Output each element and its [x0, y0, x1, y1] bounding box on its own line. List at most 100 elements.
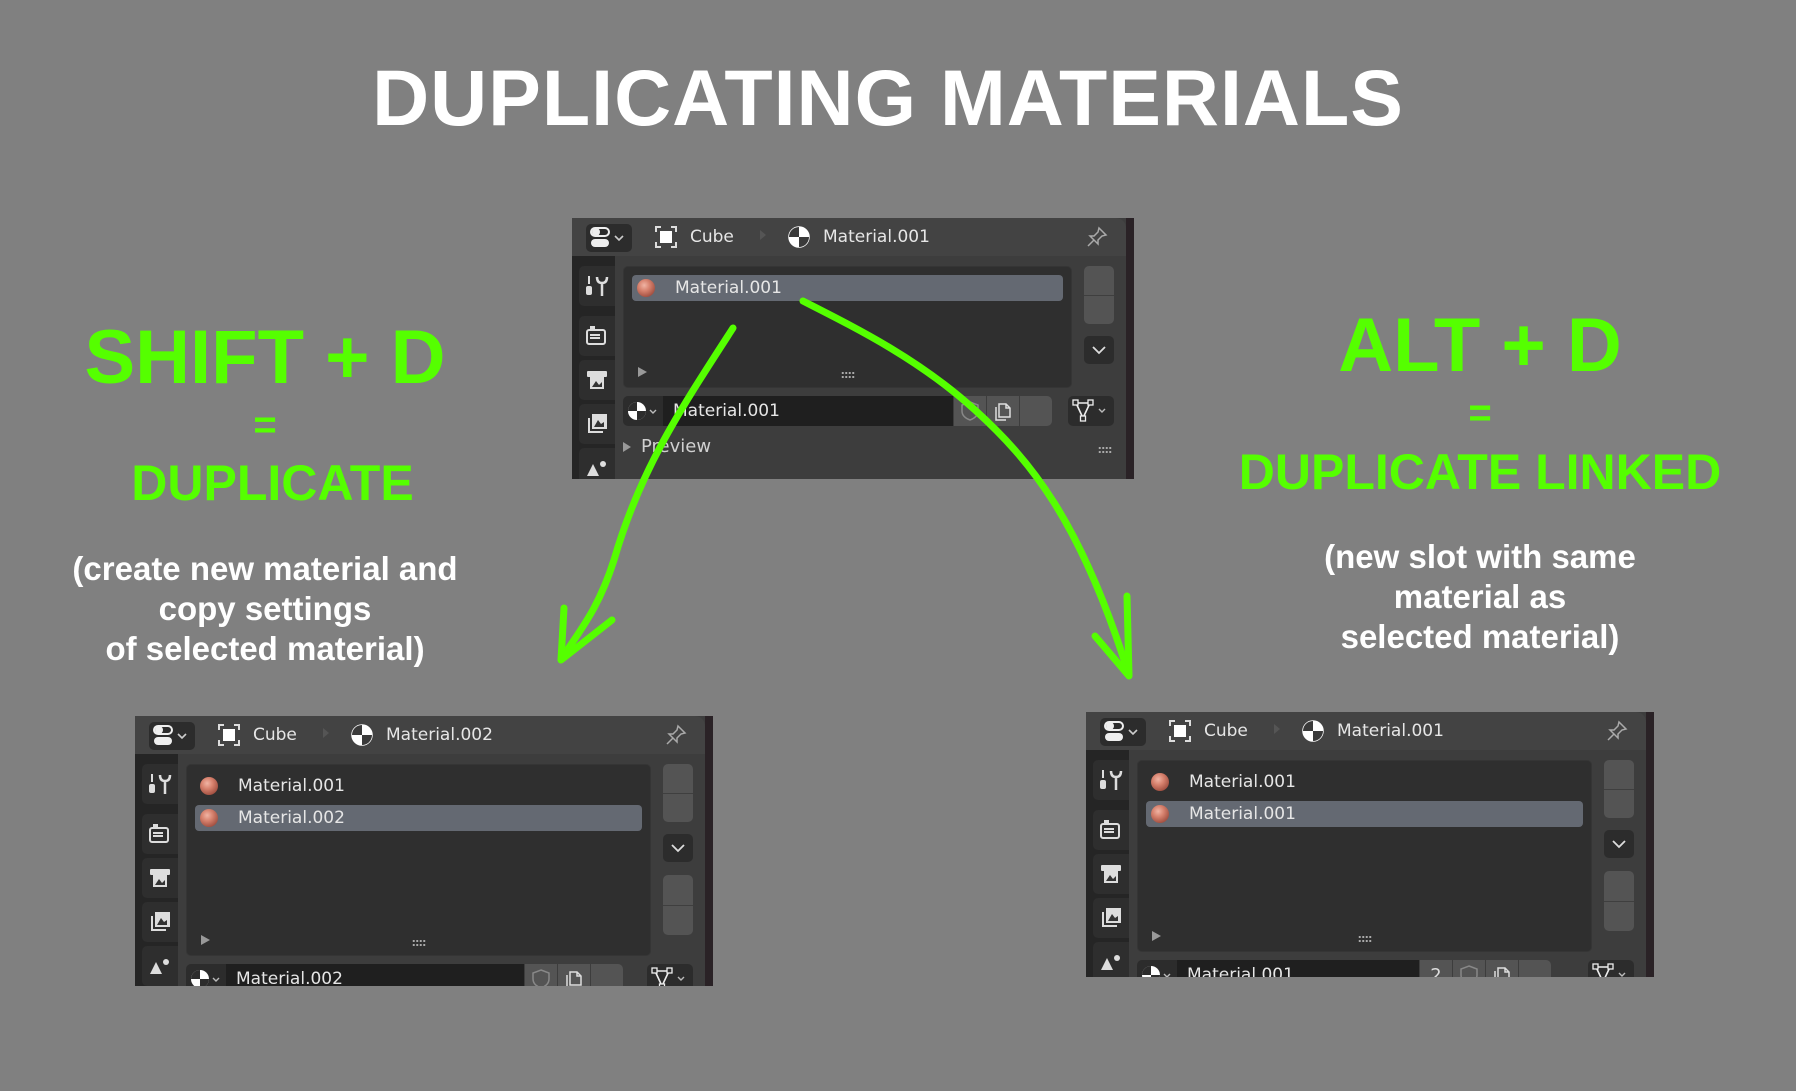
- slot-add-remove: [1084, 266, 1114, 324]
- tab-scene[interactable]: [142, 946, 178, 986]
- pin-icon[interactable]: [665, 724, 687, 746]
- tab-render[interactable]: [1093, 810, 1129, 850]
- tab-tool[interactable]: [579, 266, 615, 306]
- browse-material-button[interactable]: [186, 964, 226, 986]
- add-slot-button[interactable]: [663, 764, 693, 793]
- duplicate-icon: [566, 971, 582, 986]
- material-name-field[interactable]: Material.001: [663, 396, 953, 426]
- list-filter-expand-icon[interactable]: [201, 935, 210, 945]
- material-slot-list[interactable]: Material.001 Material.001: [1137, 760, 1592, 952]
- browse-material-button[interactable]: [1137, 960, 1177, 977]
- duplicate-description-line: copy settings: [158, 590, 372, 627]
- material-slot-list[interactable]: Material.001 Material.002: [186, 764, 651, 956]
- view-layer-icon: [151, 912, 170, 931]
- material-slot-row[interactable]: Material.001: [632, 275, 1063, 301]
- node-link-icon: [651, 967, 685, 986]
- unlink-material-button[interactable]: [1518, 960, 1551, 977]
- duplicate-icon: [1494, 967, 1510, 977]
- tab-view-layer[interactable]: [1093, 898, 1129, 938]
- material-name-field[interactable]: Material.002: [226, 964, 524, 986]
- tab-output[interactable]: [1093, 854, 1129, 894]
- scene-icon: [150, 959, 169, 974]
- pin-icon[interactable]: [1606, 720, 1628, 742]
- material-slot-row[interactable]: Material.001: [195, 773, 642, 799]
- link-type-button[interactable]: [1068, 396, 1114, 426]
- slot-move-buttons: [1604, 871, 1634, 931]
- tab-output[interactable]: [142, 858, 178, 898]
- fake-user-button[interactable]: [524, 964, 557, 986]
- tab-render[interactable]: [579, 316, 615, 356]
- tab-view-layer[interactable]: [142, 902, 178, 942]
- add-slot-button[interactable]: [1604, 760, 1634, 789]
- tab-scene[interactable]: [579, 448, 615, 479]
- specials-menu-button[interactable]: [1604, 830, 1634, 858]
- user-count-button[interactable]: 2: [1419, 960, 1452, 977]
- pin-icon[interactable]: [1086, 226, 1108, 248]
- material-sphere-icon: [637, 279, 655, 297]
- fake-user-button[interactable]: [953, 396, 986, 426]
- chevron-down-icon: [1084, 336, 1114, 364]
- fake-user-button[interactable]: [1452, 960, 1485, 977]
- duplicate-linked-description-line: material as: [1393, 578, 1567, 615]
- panel-content: Material.001 Material.001 Material.001 2: [1129, 750, 1646, 977]
- scene-icon: [1101, 955, 1120, 970]
- panel-header: Cube Material.002: [135, 716, 705, 754]
- move-slot-up-button[interactable]: [1604, 871, 1634, 901]
- move-slot-down-button[interactable]: [1604, 900, 1634, 932]
- tab-tool[interactable]: [1093, 760, 1129, 800]
- remove-slot-button[interactable]: [1604, 788, 1634, 819]
- slot-add-remove: [663, 764, 693, 822]
- remove-slot-button[interactable]: [1084, 294, 1114, 325]
- list-resize-grip-icon[interactable]: [840, 371, 855, 379]
- list-resize-grip-icon[interactable]: [411, 939, 426, 947]
- duplicate-material-button[interactable]: [986, 396, 1019, 426]
- editor-type-button[interactable]: [149, 722, 195, 750]
- browse-material-button[interactable]: [623, 396, 663, 426]
- original-material-panel: Cube Material.001 Material.001 Material.…: [572, 218, 1134, 479]
- duplicate-material-button[interactable]: [557, 964, 590, 986]
- render-icon: [1100, 820, 1120, 839]
- render-icon: [586, 326, 606, 345]
- material-slot-row[interactable]: Material.002: [195, 805, 642, 831]
- tool-icon: [1100, 770, 1123, 790]
- render-icon: [149, 824, 169, 843]
- viewport-edge: [1126, 218, 1134, 479]
- duplicate-linked-arrowhead-icon: [1091, 592, 1133, 680]
- panel-drag-grip-icon[interactable]: [1098, 446, 1112, 454]
- list-filter-expand-icon[interactable]: [1152, 931, 1161, 941]
- material-slot-row[interactable]: Material.001: [1146, 801, 1583, 827]
- move-slot-down-button[interactable]: [663, 904, 693, 936]
- tab-view-layer[interactable]: [579, 404, 615, 444]
- remove-slot-button[interactable]: [663, 792, 693, 823]
- tab-tool[interactable]: [142, 764, 178, 804]
- tab-output[interactable]: [579, 360, 615, 400]
- list-resize-grip-icon[interactable]: [1357, 935, 1372, 943]
- object-icon: [1169, 720, 1191, 742]
- duplicate-linked-description: (new slot with same material as selected…: [1220, 537, 1740, 657]
- panel-header: Cube Material.001: [1086, 712, 1646, 750]
- material-slot-name: Material.001: [238, 776, 345, 796]
- link-type-button[interactable]: [647, 964, 693, 986]
- tab-scene[interactable]: [1093, 942, 1129, 977]
- specials-menu-button[interactable]: [1084, 336, 1114, 364]
- preview-subpanel-header[interactable]: Preview: [623, 436, 711, 457]
- specials-menu-button[interactable]: [663, 834, 693, 862]
- material-slot-list[interactable]: Material.001: [623, 266, 1072, 388]
- tab-render[interactable]: [142, 814, 178, 854]
- add-slot-button[interactable]: [1084, 266, 1114, 295]
- link-type-button[interactable]: [1588, 960, 1634, 977]
- editor-type-button[interactable]: [1100, 718, 1146, 746]
- panel-content: Material.001 Material.002 Material.002: [178, 754, 705, 986]
- material-name-field[interactable]: Material.001: [1177, 960, 1419, 977]
- list-filter-expand-icon[interactable]: [638, 367, 647, 377]
- breadcrumb-object-label: Cube: [1204, 721, 1248, 741]
- material-sphere-icon: [1151, 805, 1169, 823]
- duplicate-material-button[interactable]: [1485, 960, 1518, 977]
- breadcrumb-material-label: Material.001: [1337, 721, 1444, 741]
- unlink-material-button[interactable]: [1019, 396, 1052, 426]
- move-slot-up-button[interactable]: [663, 875, 693, 905]
- material-slot-row[interactable]: Material.001: [1146, 769, 1583, 795]
- unlink-material-button[interactable]: [590, 964, 623, 986]
- material-sphere-icon: [200, 777, 218, 795]
- editor-type-button[interactable]: [586, 224, 632, 252]
